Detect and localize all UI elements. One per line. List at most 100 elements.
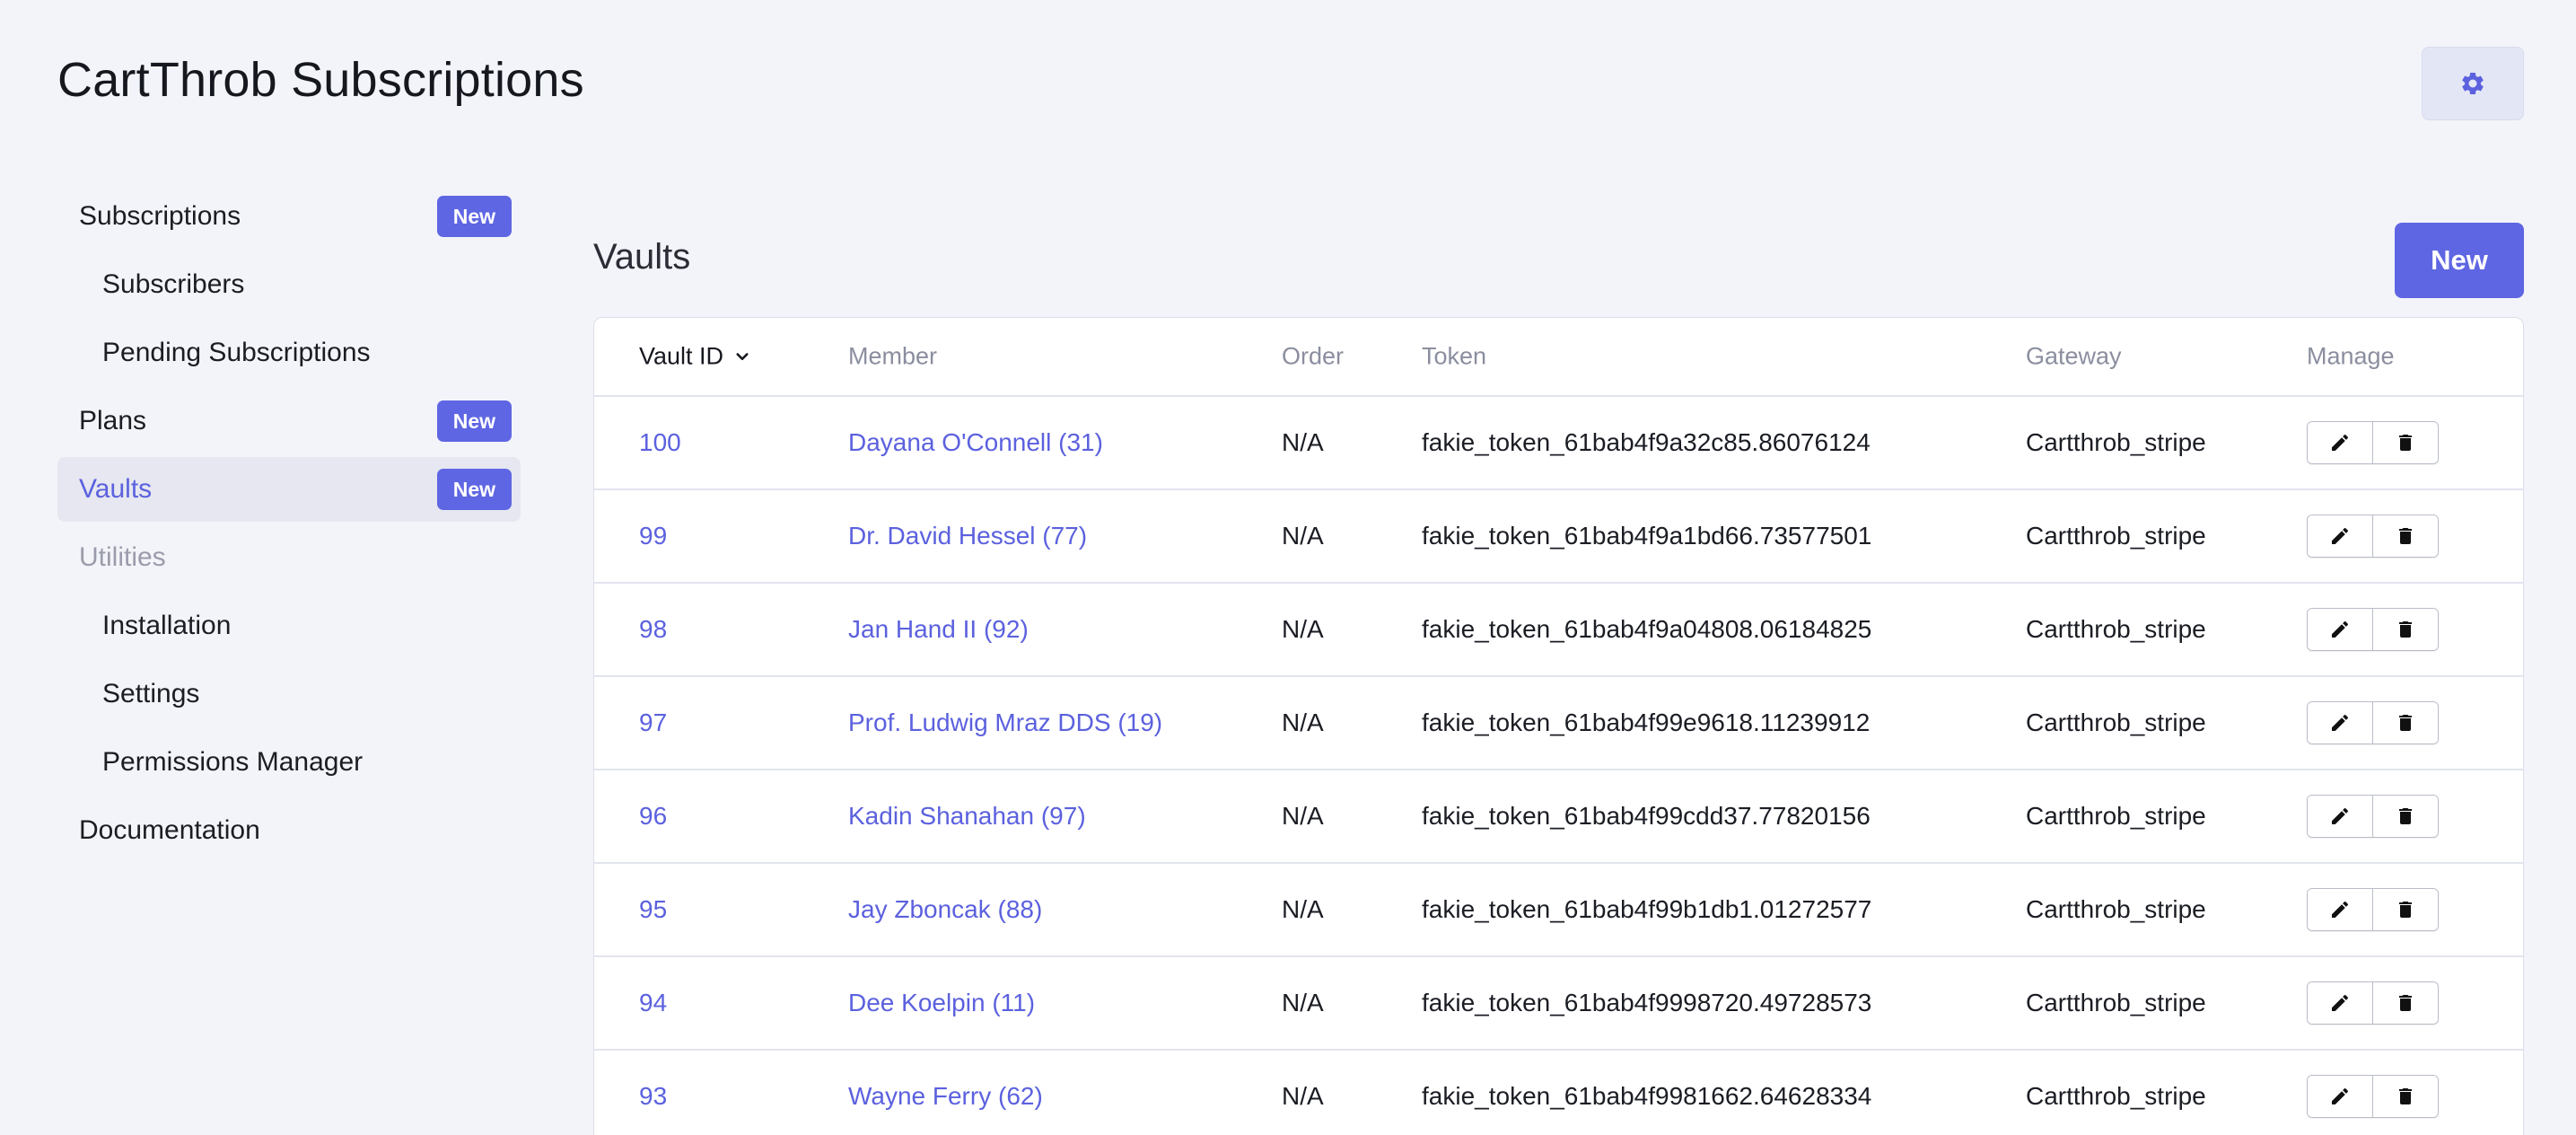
sidebar-item-subscriptions[interactable]: Subscriptions New [57, 184, 521, 249]
table-row: 98 Jan Hand II (92) N/A fakie_token_61ba… [594, 584, 2523, 677]
member-link[interactable]: Jay Zboncak (88) [848, 895, 1042, 924]
vault-id-link[interactable]: 95 [639, 895, 667, 924]
sidebar-item-permissions-manager[interactable]: Permissions Manager [57, 730, 521, 795]
vault-id-link[interactable]: 96 [639, 802, 667, 831]
trash-icon [2399, 621, 2412, 638]
sidebar-item-plans[interactable]: Plans New [57, 389, 521, 453]
new-plan-button[interactable]: New [436, 400, 512, 442]
table-row: 93 Wayne Ferry (62) N/A fakie_token_61ba… [594, 1051, 2523, 1135]
sidebar-item-label: Installation [102, 611, 232, 640]
table-row: 96 Kadin Shanahan (97) N/A fakie_token_6… [594, 770, 2523, 864]
edit-button[interactable] [2308, 796, 2372, 837]
trash-icon [2399, 995, 2412, 1011]
new-vault-button[interactable]: New [2395, 223, 2524, 298]
vault-id-link[interactable]: 98 [639, 615, 667, 644]
sidebar-item-subscribers[interactable]: Subscribers [57, 252, 521, 317]
sidebar-item-vaults[interactable]: Vaults New [57, 457, 521, 522]
trash-icon [2399, 528, 2412, 544]
sidebar-nav: Subscriptions New Subscribers Pending Su… [57, 184, 521, 867]
pencil-icon [2332, 1087, 2349, 1104]
sidebar-item-label: Pending Subscriptions [102, 338, 371, 367]
sidebar-item-label: Vaults [79, 474, 153, 504]
delete-button[interactable] [2372, 609, 2438, 650]
new-subscription-button[interactable]: New [436, 196, 512, 237]
edit-button[interactable] [2308, 609, 2372, 650]
trash-icon [2399, 902, 2412, 918]
table-body: 100 Dayana O'Connell (31) N/A fakie_toke… [594, 397, 2523, 1135]
vaults-table: Vault ID Member Order Token Gateway Mana… [593, 317, 2524, 1135]
order-cell: N/A [1282, 428, 1324, 456]
sidebar-item-label: Plans [79, 406, 147, 436]
column-header-member: Member [848, 342, 938, 370]
column-header-gateway: Gateway [2026, 342, 2122, 370]
manage-actions [2307, 421, 2439, 464]
sidebar-item-installation[interactable]: Installation [57, 594, 521, 658]
edit-button[interactable] [2308, 515, 2372, 557]
vault-id-link[interactable]: 93 [639, 1082, 667, 1111]
order-cell: N/A [1282, 708, 1324, 736]
token-cell: fakie_token_61bab4f99b1db1.01272577 [1422, 895, 1872, 923]
new-vault-badge-button[interactable]: New [436, 469, 512, 510]
token-cell: fakie_token_61bab4f9a04808.06184825 [1422, 615, 1872, 643]
gateway-cell: Cartthrob_stripe [2026, 895, 2206, 923]
token-cell: fakie_token_61bab4f9981662.64628334 [1422, 1082, 1872, 1110]
member-link[interactable]: Dr. David Hessel (77) [848, 522, 1087, 550]
token-cell: fakie_token_61bab4f9998720.49728573 [1422, 989, 1872, 1016]
gateway-cell: Cartthrob_stripe [2026, 708, 2206, 736]
manage-actions [2307, 701, 2439, 744]
column-header-token: Token [1422, 342, 1487, 370]
vault-id-link[interactable]: 99 [639, 522, 667, 550]
chevron-down-icon [736, 352, 749, 360]
member-link[interactable]: Jan Hand II (92) [848, 615, 1029, 644]
edit-button[interactable] [2308, 889, 2372, 930]
sidebar-item-documentation[interactable]: Documentation [57, 798, 521, 863]
manage-actions [2307, 515, 2439, 558]
pencil-icon [2332, 901, 2349, 918]
token-cell: fakie_token_61bab4f99e9618.11239912 [1422, 708, 1871, 736]
column-header-vault-id[interactable]: Vault ID [639, 343, 750, 371]
vault-id-link[interactable]: 100 [639, 428, 681, 457]
edit-button[interactable] [2308, 982, 2372, 1024]
token-cell: fakie_token_61bab4f9a1bd66.73577501 [1422, 522, 1872, 550]
delete-button[interactable] [2372, 889, 2438, 930]
vault-id-link[interactable]: 94 [639, 989, 667, 1017]
table-row: 97 Prof. Ludwig Mraz DDS (19) N/A fakie_… [594, 677, 2523, 770]
member-link[interactable]: Wayne Ferry (62) [848, 1082, 1043, 1111]
sidebar-item-settings[interactable]: Settings [57, 662, 521, 726]
sidebar-item-label: Subscriptions [79, 201, 241, 231]
gateway-cell: Cartthrob_stripe [2026, 1082, 2206, 1110]
gateway-cell: Cartthrob_stripe [2026, 802, 2206, 830]
gateway-cell: Cartthrob_stripe [2026, 522, 2206, 550]
trash-icon [2399, 1088, 2412, 1104]
manage-actions [2307, 1075, 2439, 1118]
gateway-cell: Cartthrob_stripe [2026, 428, 2206, 456]
table-row: 99 Dr. David Hessel (77) N/A fakie_token… [594, 490, 2523, 584]
delete-button[interactable] [2372, 1076, 2438, 1117]
edit-button[interactable] [2308, 702, 2372, 743]
trash-icon [2399, 808, 2412, 824]
settings-button[interactable] [2422, 47, 2524, 120]
delete-button[interactable] [2372, 515, 2438, 557]
delete-button[interactable] [2372, 982, 2438, 1024]
sidebar-item-label: Settings [102, 679, 200, 708]
table-row: 94 Dee Koelpin (11) N/A fakie_token_61ba… [594, 957, 2523, 1051]
trash-icon [2399, 435, 2412, 451]
edit-button[interactable] [2308, 422, 2372, 463]
sidebar-section-utilities: Utilities [57, 525, 521, 590]
pencil-icon [2332, 434, 2349, 451]
member-link[interactable]: Dayana O'Connell (31) [848, 428, 1103, 457]
member-link[interactable]: Prof. Ludwig Mraz DDS (19) [848, 708, 1162, 737]
column-header-label: Vault ID [639, 342, 724, 370]
gear-icon [2462, 72, 2484, 94]
column-header-order: Order [1282, 342, 1345, 370]
gateway-cell: Cartthrob_stripe [2026, 989, 2206, 1016]
sidebar-item-pending-subscriptions[interactable]: Pending Subscriptions [57, 321, 521, 385]
edit-button[interactable] [2308, 1076, 2372, 1117]
member-link[interactable]: Dee Koelpin (11) [848, 989, 1035, 1017]
vault-id-link[interactable]: 97 [639, 708, 667, 737]
member-link[interactable]: Kadin Shanahan (97) [848, 802, 1086, 831]
delete-button[interactable] [2372, 702, 2438, 743]
sidebar-item-label: Subscribers [102, 269, 245, 299]
delete-button[interactable] [2372, 422, 2438, 463]
delete-button[interactable] [2372, 796, 2438, 837]
